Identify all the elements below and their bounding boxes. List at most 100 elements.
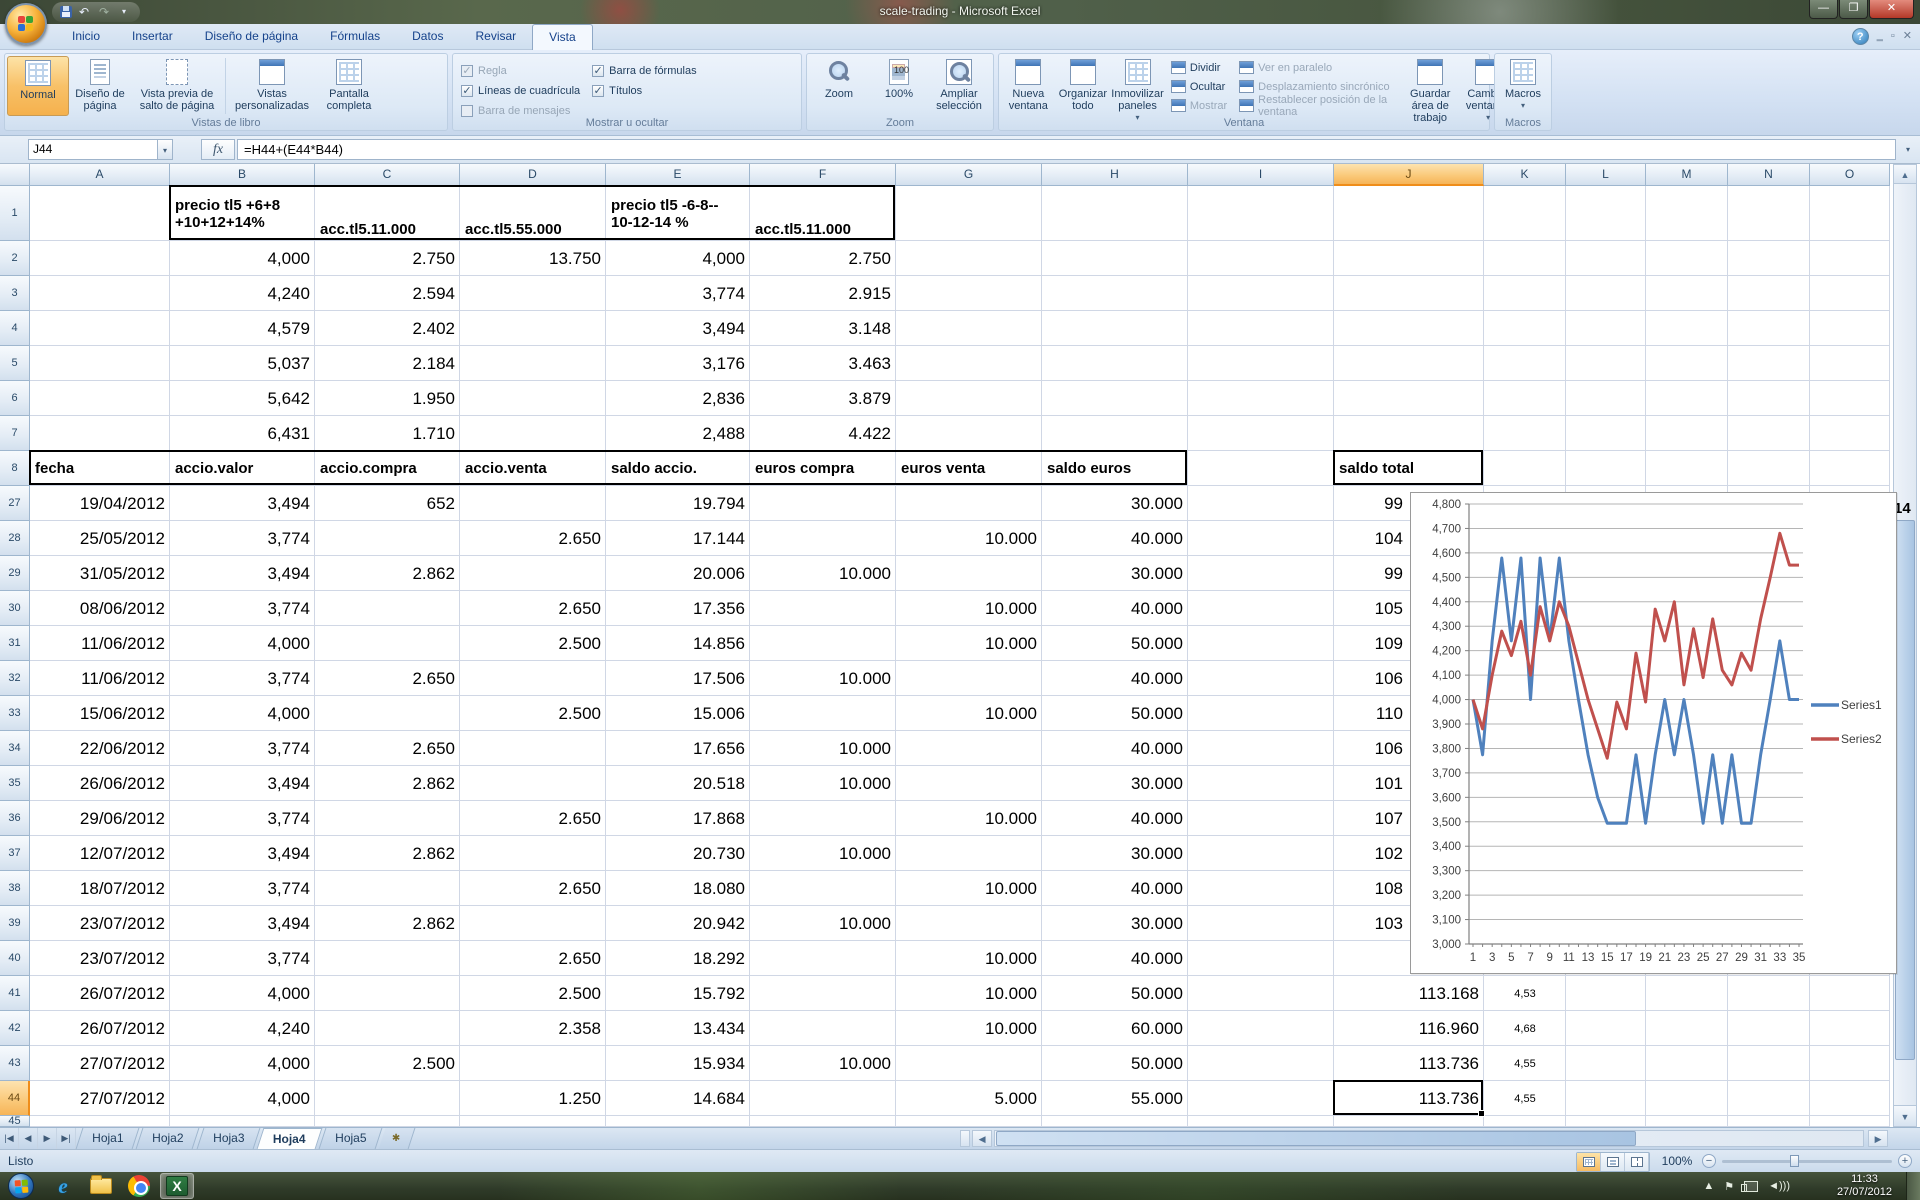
cell-B42[interactable]: 4,240 xyxy=(170,1011,315,1046)
cell-F37[interactable]: 10.000 xyxy=(750,836,896,871)
normal-button[interactable]: Normal xyxy=(7,56,69,116)
cell-E27[interactable]: 19.794 xyxy=(606,486,750,521)
sheet-tab-hoja5[interactable]: Hoja5 xyxy=(318,1128,382,1149)
cell-A43[interactable]: 27/07/2012 xyxy=(30,1046,170,1081)
cell-F39[interactable]: 10.000 xyxy=(750,906,896,941)
minimize-button[interactable]: — xyxy=(1809,0,1838,19)
zoom-slider-track[interactable] xyxy=(1722,1160,1892,1163)
cell-K42[interactable]: 4,68 xyxy=(1484,1011,1566,1046)
cell-A36[interactable]: 29/06/2012 xyxy=(30,801,170,836)
cell-C34[interactable]: 2.650 xyxy=(315,731,460,766)
macros-button[interactable]: Macros▾ xyxy=(1497,56,1549,116)
row-header-40[interactable]: 40 xyxy=(0,941,30,976)
cell-E37[interactable]: 20.730 xyxy=(606,836,750,871)
cell-D40[interactable]: 2.650 xyxy=(460,941,606,976)
organizar-todo-button[interactable]: Organizar todo xyxy=(1056,56,1111,116)
cell-E7[interactable]: 2,488 xyxy=(606,416,750,451)
workbook-minimize-button[interactable]: ‗ xyxy=(1877,28,1883,45)
row-header-44[interactable]: 44 xyxy=(0,1081,30,1116)
start-button[interactable] xyxy=(8,1173,34,1199)
cell-F8[interactable]: euros compra xyxy=(750,451,896,486)
cell-F1[interactable]: acc.tl5.11.000 xyxy=(750,186,896,241)
cell-G8[interactable]: euros venta xyxy=(896,451,1042,486)
checkbox-icon[interactable] xyxy=(461,105,473,117)
cell-H34[interactable]: 40.000 xyxy=(1042,731,1188,766)
column-header-J[interactable]: J xyxy=(1334,164,1484,186)
cell-B8[interactable]: accio.valor xyxy=(170,451,315,486)
cell-A31[interactable]: 11/06/2012 xyxy=(30,626,170,661)
tab-diseño-de-página[interactable]: Diseño de página xyxy=(189,24,314,50)
tab-vista[interactable]: Vista xyxy=(532,24,592,50)
sheet-tab-hoja4[interactable]: Hoja4 xyxy=(257,1128,323,1149)
cell-E40[interactable]: 18.292 xyxy=(606,941,750,976)
guardar-área-de-trabajo-button[interactable]: Guardar área de trabajo xyxy=(1401,56,1459,116)
cell-E44[interactable]: 14.684 xyxy=(606,1081,750,1116)
column-header-O[interactable]: O xyxy=(1810,164,1890,186)
cell-B31[interactable]: 4,000 xyxy=(170,626,315,661)
tab-insertar[interactable]: Insertar xyxy=(116,24,189,50)
cell-G44[interactable]: 5.000 xyxy=(896,1081,1042,1116)
cell-E6[interactable]: 2,836 xyxy=(606,381,750,416)
diseño-de-página-button[interactable]: Diseño de página xyxy=(69,56,131,116)
cell-J33[interactable]: 110 xyxy=(1334,696,1408,731)
row-header-39[interactable]: 39 xyxy=(0,906,30,941)
cell-E33[interactable]: 15.006 xyxy=(606,696,750,731)
zoom-out-button[interactable]: − xyxy=(1702,1154,1716,1168)
cell-J8[interactable]: saldo total xyxy=(1334,451,1484,486)
cell-H37[interactable]: 30.000 xyxy=(1042,836,1188,871)
nueva-ventana-button[interactable]: Nueva ventana xyxy=(1001,56,1056,116)
cell-B35[interactable]: 3,494 xyxy=(170,766,315,801)
cell-F6[interactable]: 3.879 xyxy=(750,381,896,416)
cell-F35[interactable]: 10.000 xyxy=(750,766,896,801)
cell-B33[interactable]: 4,000 xyxy=(170,696,315,731)
name-box[interactable]: J44 xyxy=(28,139,158,160)
first-sheet-button[interactable]: |◀ xyxy=(0,1128,19,1149)
checkbox-barra-de-mensajes[interactable]: Barra de mensajes xyxy=(461,102,580,120)
cell-B1[interactable]: precio tl5 +6+8 +10+12+14% xyxy=(170,186,315,241)
cell-D30[interactable]: 2.650 xyxy=(460,591,606,626)
cell-C3[interactable]: 2.594 xyxy=(315,276,460,311)
name-box-dropdown-icon[interactable]: ▾ xyxy=(158,139,173,160)
cell-C4[interactable]: 2.402 xyxy=(315,311,460,346)
scroll-left-icon[interactable]: ◀ xyxy=(972,1130,992,1147)
cell-G40[interactable]: 10.000 xyxy=(896,941,1042,976)
cell-B32[interactable]: 3,774 xyxy=(170,661,315,696)
cell-H41[interactable]: 50.000 xyxy=(1042,976,1188,1011)
cell-J27[interactable]: 99 xyxy=(1334,486,1408,521)
tab-inicio[interactable]: Inicio xyxy=(56,24,116,50)
column-header-I[interactable]: I xyxy=(1188,164,1334,186)
cell-A27[interactable]: 19/04/2012 xyxy=(30,486,170,521)
ampliar-selección-button[interactable]: Ampliar selección xyxy=(929,56,989,116)
vista-previa-de-salto-de-página-button[interactable]: Vista previa de salto de página xyxy=(131,56,223,116)
cell-H31[interactable]: 50.000 xyxy=(1042,626,1188,661)
cell-D1[interactable]: acc.tl5.55.000 xyxy=(460,186,606,241)
checkbox-líneas-de-cuadrícula[interactable]: ✓Líneas de cuadrícula xyxy=(461,82,580,100)
cell-J31[interactable]: 109 xyxy=(1334,626,1408,661)
cell-D28[interactable]: 2.650 xyxy=(460,521,606,556)
cell-A30[interactable]: 08/06/2012 xyxy=(30,591,170,626)
checkbox-icon[interactable]: ✓ xyxy=(592,65,604,77)
horizontal-scroll-thumb[interactable] xyxy=(996,1131,1636,1146)
cell-G31[interactable]: 10.000 xyxy=(896,626,1042,661)
row-header-33[interactable]: 33 xyxy=(0,696,30,731)
cell-B34[interactable]: 3,774 xyxy=(170,731,315,766)
cell-H40[interactable]: 40.000 xyxy=(1042,941,1188,976)
cell-G41[interactable]: 10.000 xyxy=(896,976,1042,1011)
row-header-42[interactable]: 42 xyxy=(0,1011,30,1046)
cell-H29[interactable]: 30.000 xyxy=(1042,556,1188,591)
cell-B39[interactable]: 3,494 xyxy=(170,906,315,941)
cell-H39[interactable]: 30.000 xyxy=(1042,906,1188,941)
column-header-A[interactable]: A xyxy=(30,164,170,186)
cell-E31[interactable]: 14.856 xyxy=(606,626,750,661)
cell-G28[interactable]: 10.000 xyxy=(896,521,1042,556)
show-desktop-button[interactable] xyxy=(1906,1172,1920,1200)
scrollbar-splitter[interactable] xyxy=(960,1130,970,1147)
cell-B5[interactable]: 5,037 xyxy=(170,346,315,381)
cell-G36[interactable]: 10.000 xyxy=(896,801,1042,836)
row-header-30[interactable]: 30 xyxy=(0,591,30,626)
cell-B6[interactable]: 5,642 xyxy=(170,381,315,416)
cell-F29[interactable]: 10.000 xyxy=(750,556,896,591)
cell-A33[interactable]: 15/06/2012 xyxy=(30,696,170,731)
tab-fórmulas[interactable]: Fórmulas xyxy=(314,24,396,50)
cell-C5[interactable]: 2.184 xyxy=(315,346,460,381)
